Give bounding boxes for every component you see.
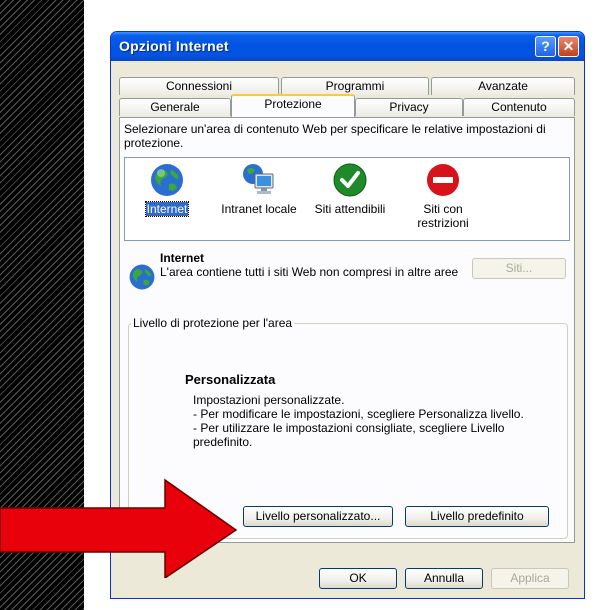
security-level-title: Personalizzata [185,372,276,387]
tab-privacy[interactable]: Privacy [355,98,463,116]
zone-label-trusted: Siti attendibili [314,202,386,216]
tab-avanzate[interactable]: Avanzate [431,77,575,95]
close-button[interactable]: ✕ [558,36,579,57]
checkmark-icon [333,163,367,197]
globe-icon [129,264,155,290]
tab-programmi[interactable]: Programmi [281,77,429,95]
help-button[interactable]: ? [535,36,556,57]
security-level-line: - Per modificare le impostazioni, scegli… [193,407,524,421]
zones-list: Internet Intranet locale Siti attendibil… [124,157,570,241]
zone-restricted-sites[interactable]: Siti con restrizioni [403,162,483,230]
selected-zone-description: L'area contiene tutti i siti Web non com… [160,265,459,279]
ok-button[interactable]: OK [319,568,397,589]
tab-contenuto[interactable]: Contenuto [463,98,575,116]
tab-generale[interactable]: Generale [119,98,231,116]
title-bar[interactable]: Opzioni Internet ? ✕ [111,32,584,61]
zone-internet[interactable]: Internet [127,162,207,217]
security-level-label: Livello di protezione per l'area [131,316,295,330]
zone-label-internet: Internet [144,201,190,217]
instructions-text: Selezionare un'area di contenuto Web per… [124,122,546,150]
default-level-button[interactable]: Livello predefinito [405,506,549,527]
globe-icon [151,164,183,196]
apply-button[interactable]: Applica [491,568,569,589]
selected-zone-title: Internet [160,251,205,265]
zone-label-restricted: Siti con restrizioni [417,202,469,230]
security-level-line: - Per utilizzare le impostazioni consigl… [193,421,505,449]
cancel-button[interactable]: Annulla [405,568,483,589]
tab-protezione[interactable]: Protezione [231,94,355,117]
selected-zone-icon [128,263,156,294]
zone-intranet[interactable]: Intranet locale [211,162,307,216]
zone-trusted-sites[interactable]: Siti attendibili [307,162,393,216]
red-arrow-pointer [0,478,238,578]
security-level-line: Impostazioni personalizzate. [193,393,345,407]
zone-label-intranet: Intranet locale [221,202,297,216]
network-computer-icon [243,164,274,194]
window-title: Opzioni Internet [119,38,229,54]
no-entry-icon [427,164,459,196]
custom-level-button[interactable]: Livello personalizzato... [243,506,393,527]
tab-connessioni[interactable]: Connessioni [119,77,279,95]
sites-button[interactable]: Siti... [472,258,566,279]
